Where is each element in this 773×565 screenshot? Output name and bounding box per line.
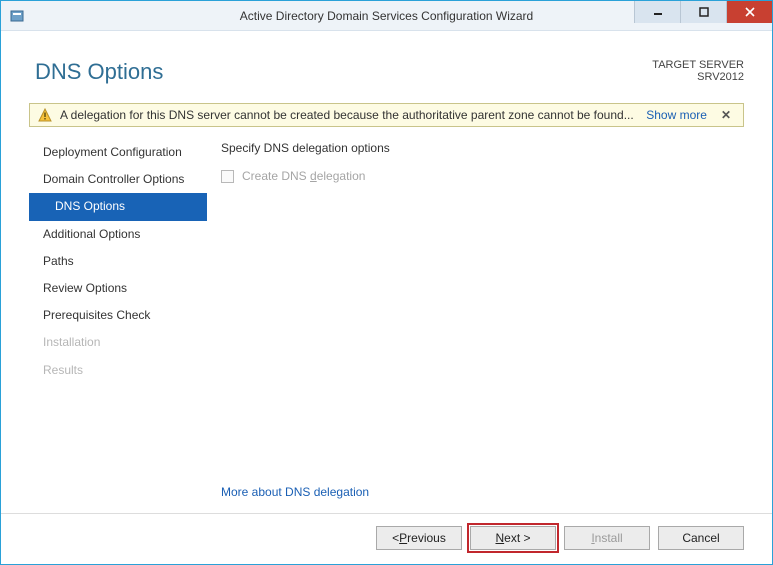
install-button: Install	[564, 526, 650, 550]
titlebar: Active Directory Domain Services Configu…	[1, 1, 772, 31]
maximize-button[interactable]	[680, 1, 726, 23]
target-label: TARGET SERVER	[652, 59, 744, 71]
app-icon	[9, 8, 25, 24]
next-button[interactable]: Next >	[470, 526, 556, 550]
sidebar-item-results: Results	[29, 357, 207, 384]
warning-dismiss-button[interactable]: ✕	[717, 108, 735, 122]
cancel-button[interactable]: Cancel	[658, 526, 744, 550]
create-dns-delegation-row: Create DNS delegation	[221, 169, 740, 183]
sidebar-item-review-options[interactable]: Review Options	[29, 275, 207, 302]
wizard-window: Active Directory Domain Services Configu…	[0, 0, 773, 565]
create-dns-delegation-checkbox	[221, 170, 234, 183]
sidebar-nav: Deployment Configuration Domain Controll…	[29, 135, 207, 513]
close-button[interactable]	[726, 1, 772, 23]
warning-bar: A delegation for this DNS server cannot …	[29, 103, 744, 127]
warning-show-more-link[interactable]: Show more	[646, 108, 707, 122]
create-dns-delegation-label: Create DNS delegation	[242, 169, 365, 183]
footer-buttons: < Previous Next > Install Cancel	[1, 513, 772, 564]
more-about-dns-delegation-link[interactable]: More about DNS delegation	[221, 485, 740, 499]
minimize-button[interactable]	[634, 1, 680, 23]
sidebar-item-domain-controller-options[interactable]: Domain Controller Options	[29, 166, 207, 193]
warning-text: A delegation for this DNS server cannot …	[60, 108, 636, 122]
sidebar-item-installation: Installation	[29, 329, 207, 356]
sidebar-item-deployment-configuration[interactable]: Deployment Configuration	[29, 139, 207, 166]
body: Deployment Configuration Domain Controll…	[1, 135, 772, 513]
instruction-text: Specify DNS delegation options	[221, 141, 740, 155]
header: DNS Options TARGET SERVER SRV2012	[1, 31, 772, 93]
content-pane: Specify DNS delegation options Create DN…	[207, 135, 744, 513]
sidebar-item-additional-options[interactable]: Additional Options	[29, 221, 207, 248]
target-server-name: SRV2012	[652, 71, 744, 83]
previous-button[interactable]: < Previous	[376, 526, 462, 550]
warning-icon	[38, 108, 52, 122]
sidebar-item-prerequisites-check[interactable]: Prerequisites Check	[29, 302, 207, 329]
sidebar-item-paths[interactable]: Paths	[29, 248, 207, 275]
sidebar-item-dns-options[interactable]: DNS Options	[29, 193, 207, 220]
window-controls	[634, 1, 772, 30]
target-server-info: TARGET SERVER SRV2012	[652, 59, 744, 83]
page-title: DNS Options	[35, 59, 652, 85]
